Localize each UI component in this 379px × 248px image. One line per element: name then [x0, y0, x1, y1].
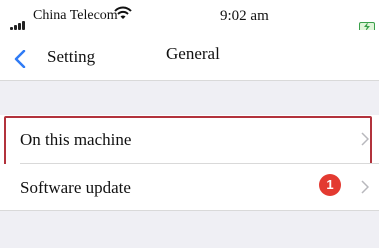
- signal-bars-icon: [10, 20, 30, 30]
- row-label: On this machine: [20, 130, 132, 149]
- section-spacer: [0, 81, 379, 115]
- page-title: General: [166, 44, 220, 63]
- carrier-name: China Telecom: [33, 8, 118, 23]
- status-bar: China Telecom 9:02 am: [0, 0, 379, 33]
- row-software-update[interactable]: Software update 1: [0, 164, 379, 210]
- row-label: Software update: [20, 178, 131, 197]
- status-time: 9:02 am: [220, 8, 269, 24]
- navigation-bar: Setting General: [0, 30, 379, 81]
- chevron-right-icon: [361, 132, 369, 146]
- wifi-icon: [114, 6, 132, 19]
- section-spacer: [0, 210, 379, 248]
- chevron-left-icon[interactable]: [14, 50, 26, 68]
- row-on-this-machine[interactable]: On this machine: [0, 116, 379, 171]
- back-button[interactable]: Setting: [47, 47, 95, 67]
- chevron-right-icon: [361, 180, 369, 194]
- notification-badge: 1: [319, 174, 341, 196]
